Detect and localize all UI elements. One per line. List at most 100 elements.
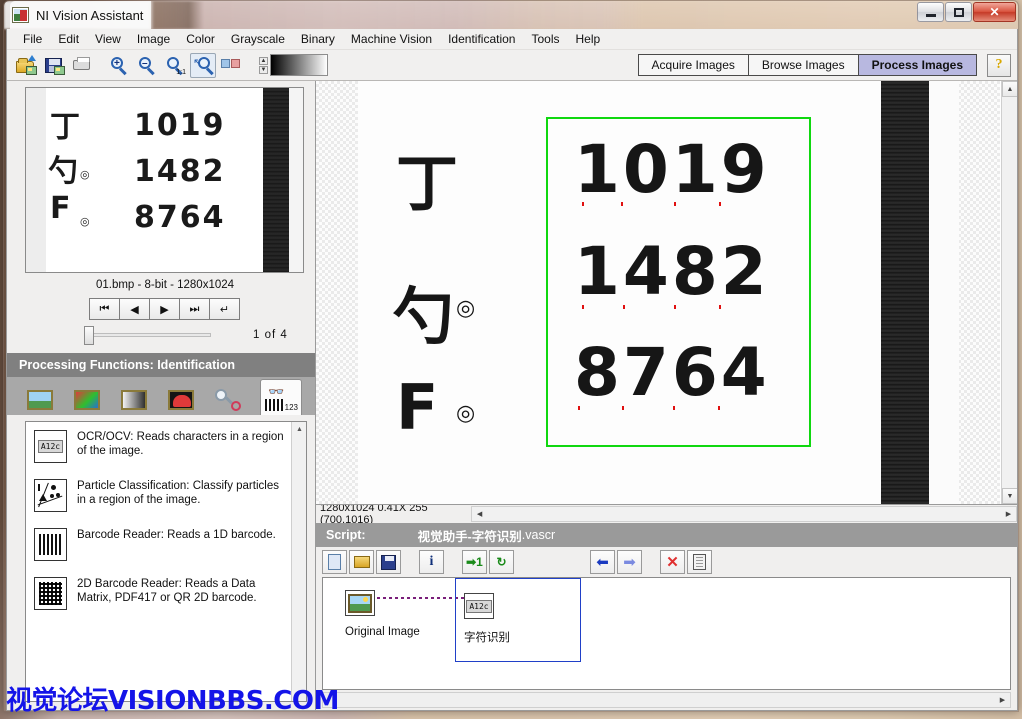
ocr-icon: A12c xyxy=(34,430,67,463)
open-image-button[interactable] xyxy=(13,53,39,78)
function-label-barcode: Barcode Reader: Reads a 1D barcode. xyxy=(77,528,276,542)
status-bar: 1280x1024 0.41X 255 (700,1016) ◀ ▶ xyxy=(316,502,1017,526)
minimize-button[interactable] xyxy=(917,2,944,22)
menu-grayscale[interactable]: Grayscale xyxy=(223,30,293,48)
menu-help[interactable]: Help xyxy=(568,30,609,48)
close-button[interactable]: ✕ xyxy=(973,2,1016,22)
processing-functions-header: Processing Functions: Identification xyxy=(7,353,315,377)
processing-category-tabs: 👓 123 xyxy=(7,377,315,415)
step-back-button[interactable]: ⬅ xyxy=(590,550,615,574)
help-button[interactable]: ? xyxy=(987,53,1011,77)
category-color-tab[interactable] xyxy=(72,385,102,415)
restore-button[interactable] xyxy=(945,2,972,22)
zoom-in-button[interactable]: + xyxy=(106,53,132,78)
function-title-2d-barcode: 2D Barcode Reader: xyxy=(77,578,182,590)
copy-step-button[interactable] xyxy=(687,550,712,574)
menu-identification[interactable]: Identification xyxy=(440,30,523,48)
function-title-ocr: OCR/OCV: xyxy=(77,431,134,443)
script-file-extension: .vascr xyxy=(521,528,556,542)
canvas-char-3: F xyxy=(396,371,439,444)
script-info-button[interactable]: i xyxy=(419,550,444,574)
image-viewport[interactable]: 丁 勺 F ◎ ◎ 1019 1482 8764 xyxy=(316,81,1000,504)
step-forward-button[interactable]: ➡ xyxy=(617,550,642,574)
delete-step-button[interactable]: ✕ xyxy=(660,550,685,574)
category-image-tab[interactable] xyxy=(25,385,55,415)
arrow-left-icon: ⬅ xyxy=(596,554,609,571)
thumb-degree-1: ◎ xyxy=(80,168,90,181)
menu-machine-vision[interactable]: Machine Vision xyxy=(343,30,440,48)
tab-acquire-images[interactable]: Acquire Images xyxy=(637,54,749,76)
zoom-to-fit-button[interactable]: ↖ xyxy=(190,52,216,78)
function-desc-barcode: Reads a 1D barcode. xyxy=(167,529,276,541)
scroll-left-icon[interactable]: ◀ xyxy=(472,507,487,521)
canvas-vertical-scrollbar[interactable]: ▲ ▼ xyxy=(1001,81,1017,504)
aero-glass-background xyxy=(4,1,1018,29)
image-dark-band xyxy=(881,81,929,504)
image-canvas[interactable]: 丁 勺 F ◎ ◎ 1019 1482 8764 ▲ ▼ xyxy=(316,81,1017,505)
tab-process-images[interactable]: Process Images xyxy=(857,54,977,76)
app-logo-icon xyxy=(12,7,29,23)
menu-color[interactable]: Color xyxy=(178,30,223,48)
menu-tools[interactable]: Tools xyxy=(523,30,567,48)
ocr-step-icon: A12c xyxy=(464,593,494,619)
previous-image-button[interactable]: ◀ xyxy=(119,298,150,320)
slider-handle[interactable] xyxy=(84,326,94,345)
category-machine-vision-tab[interactable] xyxy=(213,385,243,415)
print-button[interactable] xyxy=(69,53,95,78)
scroll-right-icon[interactable]: ▶ xyxy=(1001,507,1016,521)
grayscale-palette-strip[interactable] xyxy=(270,54,328,76)
image-thumbnail[interactable]: 丁 勺 F ◎ ◎ 1019 1482 8764 xyxy=(25,87,304,273)
palette-stepper[interactable]: ▲ ▼ xyxy=(259,56,268,74)
zoom-out-button[interactable]: – xyxy=(134,53,160,78)
scroll-right-icon[interactable]: ▶ xyxy=(995,693,1010,707)
left-panel: 丁 勺 F ◎ ◎ 1019 1482 8764 01.bmp - 8-bit … xyxy=(7,81,316,710)
function-item-barcode-reader[interactable]: Barcode Reader: Reads a 1D barcode. xyxy=(26,520,306,569)
image-category-icon xyxy=(27,390,53,410)
next-image-button[interactable]: ▶ xyxy=(149,298,180,320)
ocr-step-icon-text: A12c xyxy=(466,599,492,613)
function-list-scrollbar[interactable]: ▲ xyxy=(291,422,306,701)
script-step-label: 字符识别 xyxy=(464,632,510,644)
title-bar: NI Vision Assistant ✕ xyxy=(4,1,1018,29)
grayscale-category-icon xyxy=(121,390,147,410)
function-item-ocr[interactable]: A12c OCR/OCV: Reads characters in a regi… xyxy=(26,422,306,471)
zoom-actual-size-button[interactable]: 1:1 xyxy=(162,53,188,78)
menu-image[interactable]: Image xyxy=(129,30,178,48)
open-script-button[interactable] xyxy=(349,550,374,574)
scroll-down-icon[interactable]: ▼ xyxy=(1002,488,1017,504)
category-identification-tab[interactable]: 👓 123 xyxy=(260,379,302,415)
reload-image-button[interactable]: ↵ xyxy=(209,298,240,320)
canvas-horizontal-scrollbar[interactable]: ◀ ▶ xyxy=(471,506,1017,522)
last-image-button[interactable]: ⏭ xyxy=(179,298,210,320)
function-item-2d-barcode-reader[interactable]: 2D Barcode Reader: Reads a Data Matrix, … xyxy=(26,569,306,618)
script-step-ocr[interactable]: A12c 字符识别 xyxy=(455,578,581,662)
scroll-up-icon[interactable]: ▲ xyxy=(1002,81,1017,97)
tab-browse-images[interactable]: Browse Images xyxy=(747,54,859,76)
category-binary-tab[interactable] xyxy=(166,385,196,415)
category-grayscale-tab[interactable] xyxy=(119,385,149,415)
function-list[interactable]: A12c OCR/OCV: Reads characters in a regi… xyxy=(25,421,307,702)
function-item-particle-classification[interactable]: Particle Classification: Classify partic… xyxy=(26,471,306,520)
scroll-up-icon[interactable]: ▲ xyxy=(292,422,306,437)
window-title: NI Vision Assistant xyxy=(36,7,144,23)
run-continuous-button[interactable]: ↻ xyxy=(489,550,514,574)
run-once-button[interactable]: ➡1 xyxy=(462,550,487,574)
script-horizontal-scrollbar[interactable]: ▶ xyxy=(322,692,1011,708)
save-script-button[interactable] xyxy=(376,550,401,574)
save-image-button[interactable] xyxy=(41,53,67,78)
thumb-char-1: 丁 xyxy=(50,110,80,145)
main-body: 丁 勺 F ◎ ◎ 1019 1482 8764 01.bmp - 8-bit … xyxy=(7,81,1017,710)
first-image-button[interactable]: ⏮ xyxy=(89,298,120,320)
window-controls: ✕ xyxy=(917,2,1016,22)
compare-images-button[interactable] xyxy=(218,53,244,78)
script-step-original-image[interactable]: Original Image xyxy=(337,584,459,656)
menu-file[interactable]: File xyxy=(15,30,50,48)
menu-view[interactable]: View xyxy=(87,30,129,48)
color-category-icon xyxy=(74,390,100,410)
menu-edit[interactable]: Edit xyxy=(50,30,87,48)
menu-binary[interactable]: Binary xyxy=(293,30,343,48)
image-position-slider[interactable] xyxy=(84,326,211,345)
app-window: NI Vision Assistant ✕ File Edit View Ima… xyxy=(3,0,1019,712)
new-script-button[interactable] xyxy=(322,550,347,574)
script-steps-area[interactable]: Original Image A12c 字符识别 xyxy=(322,577,1011,690)
